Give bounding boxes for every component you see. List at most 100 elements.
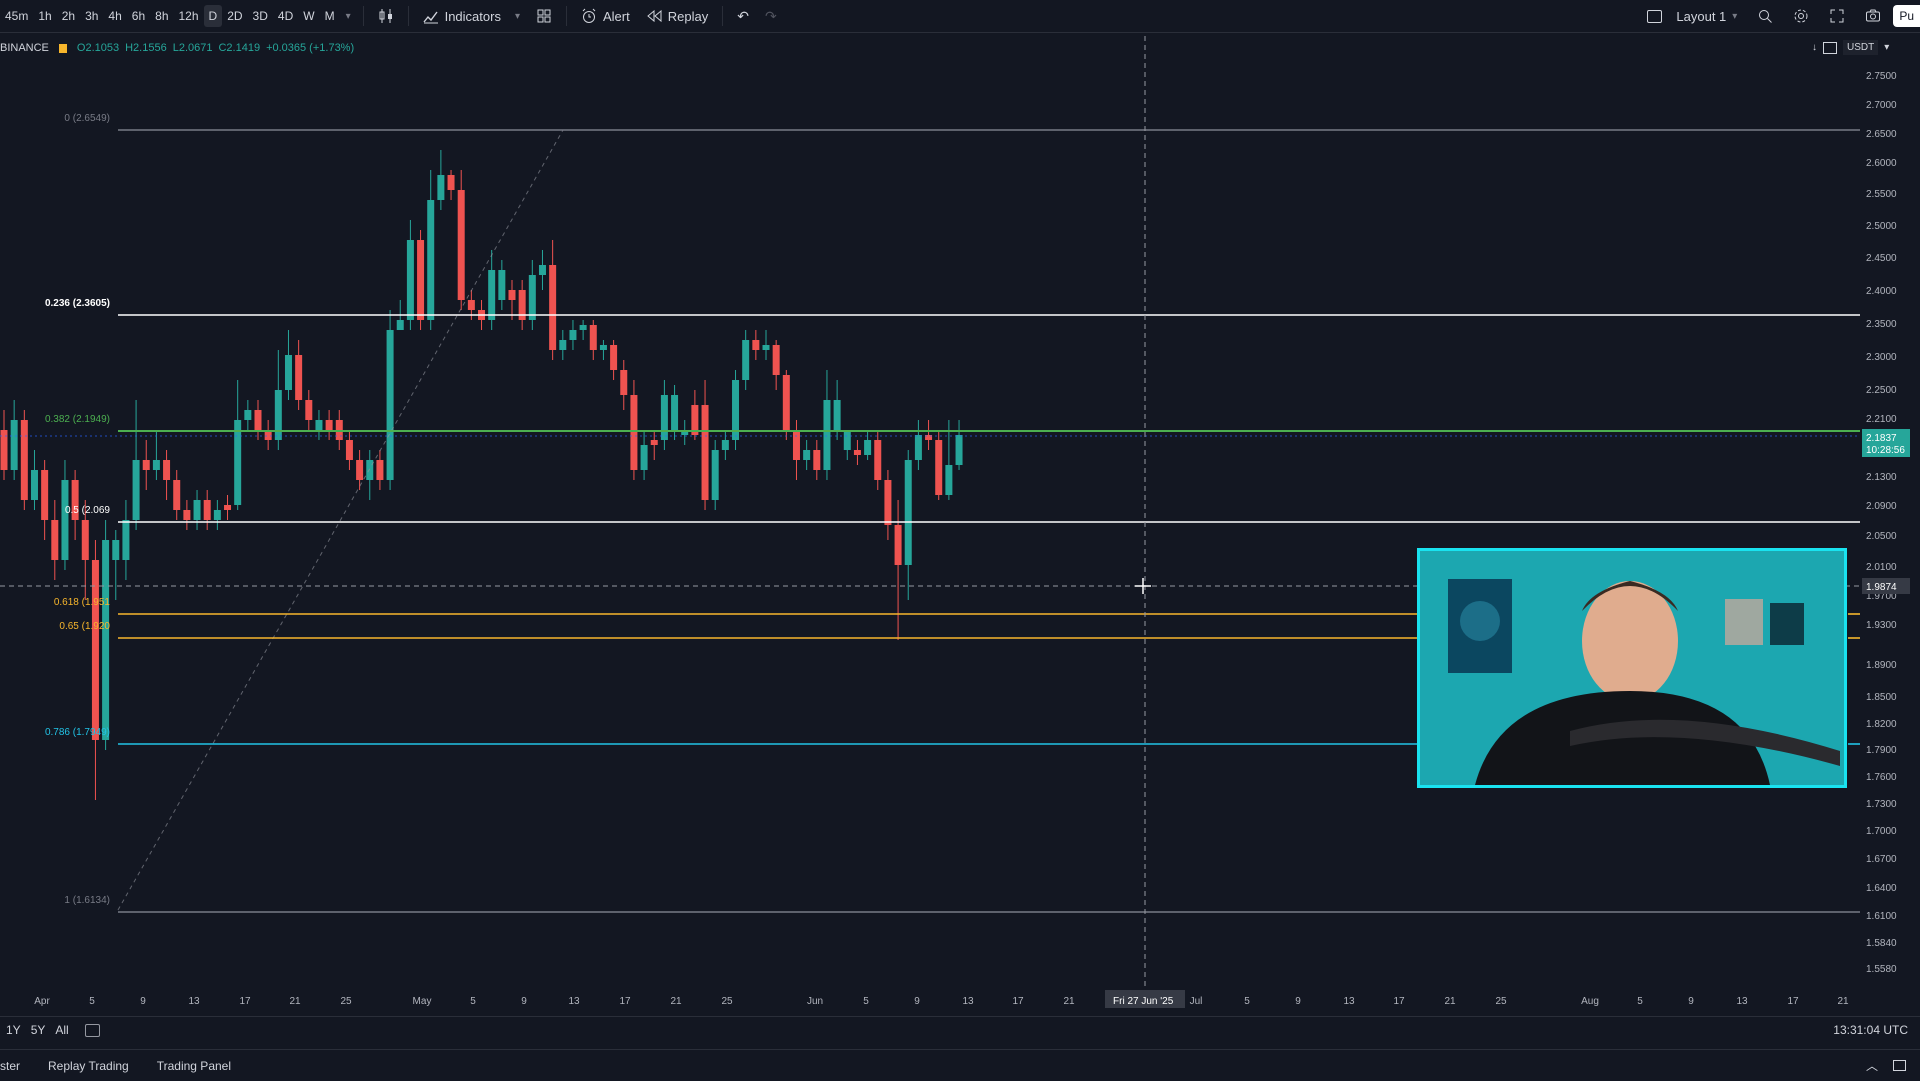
price-tick-label: 2.4000 (1866, 286, 1897, 297)
price-chart[interactable]: 0 (2.6549) 0.236 (2.3605) 0.382 (2.1949) 0.… (0, 0, 1920, 1016)
candle-body (549, 265, 557, 350)
candle-body (20, 420, 28, 500)
candle-body (782, 375, 790, 430)
footer-tab[interactable]: Trading Panel (157, 1059, 231, 1073)
time-tick-label: May (413, 996, 432, 1007)
candle-body (813, 450, 821, 470)
candle-body (589, 325, 597, 350)
utc-clock[interactable]: 13:31:04 UTC (1833, 1023, 1908, 1037)
candle-body (671, 395, 679, 430)
price-tick-label: 2.1300 (1866, 472, 1897, 483)
price-tick-label: 1.9300 (1866, 620, 1897, 631)
footer-tab[interactable]: Replay Trading (48, 1059, 129, 1073)
fib-level-label: 0.236 (2.3605) (45, 298, 110, 309)
time-tick-label: 9 (521, 996, 527, 1007)
fib-level-label: 0.786 (1.7949) (45, 727, 110, 738)
footer-tab[interactable]: ster (0, 1059, 20, 1073)
price-tick-label: 1.7900 (1866, 745, 1897, 756)
price-tick-label: 1.8200 (1866, 719, 1897, 730)
candle-body (721, 440, 729, 450)
candle-body (894, 525, 902, 565)
calendar-icon[interactable] (84, 1023, 100, 1037)
download-icon[interactable]: ↓ (1812, 42, 1817, 53)
price-tick-label: 2.5500 (1866, 189, 1897, 200)
time-tick-label: 13 (568, 996, 580, 1007)
candle-body (274, 390, 282, 440)
crosshair-cursor-icon (1135, 578, 1151, 594)
candle-body (660, 395, 668, 440)
fib-level-label: 0.65 (1.920 (59, 621, 110, 632)
time-tick-label: 5 (863, 996, 869, 1007)
currency-select[interactable]: USDT (1843, 40, 1879, 55)
candle-body (41, 470, 49, 520)
time-tick-label: 17 (1787, 996, 1799, 1007)
price-tick-label: 1.6400 (1866, 883, 1897, 894)
candle-body (305, 400, 313, 420)
price-tick-label: 2.5000 (1866, 221, 1897, 232)
candle-body (488, 270, 496, 320)
maximize-panel-icon[interactable] (1893, 1060, 1906, 1071)
bottom-panel-tabs: ster Replay Trading Trading Panel ︿ (0, 1049, 1920, 1081)
time-tick-label: 17 (619, 996, 631, 1007)
time-tick-label: 21 (1837, 996, 1849, 1007)
fib-retracement[interactable]: 0 (2.6549) 0.236 (2.3605) 0.382 (2.1949) 0.… (0, 113, 1860, 913)
range-1y[interactable]: 1Y (6, 1023, 21, 1037)
candle-body (254, 410, 262, 430)
countdown-label: 10:28:56 (1866, 445, 1905, 456)
candle-body (142, 460, 150, 470)
candle-body (163, 460, 171, 480)
price-tick-label: 1.8500 (1866, 692, 1897, 703)
price-tick-label: 2.4500 (1866, 253, 1897, 264)
webcam-image (1420, 551, 1844, 785)
candle-body (914, 435, 922, 460)
candle-body (132, 460, 140, 520)
candle-body (295, 355, 303, 400)
time-tick-label: 17 (239, 996, 251, 1007)
candle-body (112, 540, 120, 560)
time-tick-label: 17 (1012, 996, 1024, 1007)
candle-body (864, 440, 872, 455)
collapse-panel-icon[interactable]: ︿ (1866, 1057, 1878, 1074)
candle-body (945, 465, 953, 495)
candle-body (386, 330, 394, 480)
time-tick-label: 9 (914, 996, 920, 1007)
candle-body (701, 405, 709, 500)
candle-body (437, 175, 445, 200)
candle-body (538, 265, 546, 275)
time-tick-label: 9 (140, 996, 146, 1007)
candle-body (833, 400, 841, 430)
price-tick-label: 2.2100 (1866, 414, 1897, 425)
candle-body (650, 440, 658, 445)
compare-icon[interactable] (1823, 41, 1837, 54)
price-tick-label: 1.6100 (1866, 911, 1897, 922)
candle-body (853, 450, 861, 455)
candle-body (152, 460, 160, 470)
price-axis[interactable]: 2.7500 2.7000 2.6500 2.6000 2.5500 2.5000 2.45… (1866, 71, 1897, 975)
time-axis[interactable]: Apr 5 9 13 17 21 25 May 5 9 13 17 21 25 Jun 5 9 13 17 21 Jul… (34, 996, 1849, 1007)
candle-body (579, 325, 587, 330)
candle-body (762, 345, 770, 350)
candle-body (559, 340, 567, 350)
candle-body (772, 345, 780, 375)
range-all[interactable]: All (55, 1023, 68, 1037)
candle-body (447, 175, 455, 190)
time-tick-label: Apr (34, 996, 50, 1007)
time-tick-label: 21 (1444, 996, 1456, 1007)
price-tick-label: 2.0100 (1866, 562, 1897, 573)
candle-body (102, 540, 110, 740)
candle-body (599, 345, 607, 350)
candle-body (51, 520, 59, 560)
time-tick-label: 25 (340, 996, 352, 1007)
crosshair-date-label: Fri 27 Jun '25 (1113, 996, 1174, 1007)
candle-body (396, 320, 404, 330)
price-tick-label: 1.8900 (1866, 660, 1897, 671)
candle-body (508, 290, 516, 300)
range-5y[interactable]: 5Y (31, 1023, 46, 1037)
candle-body (792, 430, 800, 460)
currency-controls: ↓ USDT ▾ (1812, 40, 1889, 55)
time-tick-label: 5 (1244, 996, 1250, 1007)
price-tick-label: 2.0900 (1866, 501, 1897, 512)
fib-level-label: 0.382 (2.1949) (45, 414, 110, 425)
candle-body (742, 340, 750, 380)
time-tick-label: 21 (1063, 996, 1075, 1007)
